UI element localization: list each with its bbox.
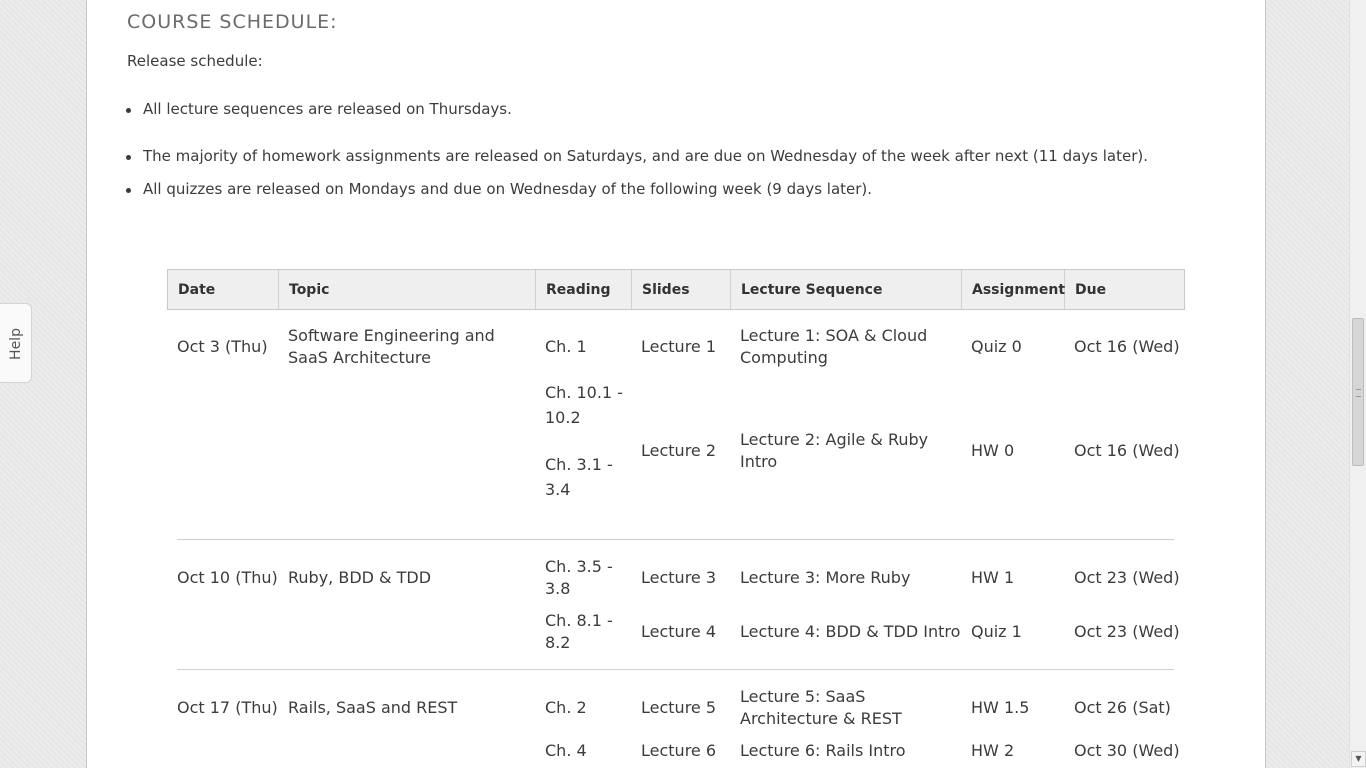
release-rule: The majority of homework assignments are… xyxy=(125,147,1149,165)
slides-link[interactable]: Lecture 1 xyxy=(641,336,716,358)
schedule-table-header: Date Topic Reading Slides Lecture Sequen… xyxy=(167,269,1185,310)
due-date: Oct 26 (Sat) xyxy=(1074,698,1171,717)
reading-link[interactable]: Ch. 2 xyxy=(545,697,587,719)
due-date: Oct 23 (Wed) xyxy=(1074,622,1180,641)
scrollbar-thumb[interactable] xyxy=(1352,318,1364,466)
assignment-link[interactable]: HW 2 xyxy=(971,740,1014,762)
help-tab[interactable]: Help xyxy=(0,303,32,383)
assignment-link[interactable]: HW 1 xyxy=(971,567,1014,589)
header-due: Due xyxy=(1075,282,1107,298)
week-divider xyxy=(177,669,1174,670)
reading-link[interactable]: Ch. 3.5 - 3.8 xyxy=(545,556,625,600)
header-lecture-sequence: Lecture Sequence xyxy=(731,270,962,309)
week-topic: Ruby, BDD & TDD xyxy=(288,568,432,587)
grip-icon xyxy=(1356,389,1361,397)
reading-link[interactable]: Ch. 1 xyxy=(545,336,587,358)
assignment-link[interactable]: HW 1.5 xyxy=(971,697,1029,719)
header-assignment: Assignment xyxy=(962,270,1065,309)
assignment-link[interactable]: Quiz 1 xyxy=(971,621,1022,643)
reading-link[interactable]: Ch. 10.1 - 10.2 xyxy=(545,380,625,430)
due-date: Oct 23 (Wed) xyxy=(1074,568,1180,587)
lecture-sequence-link[interactable]: Lecture 3: More Ruby xyxy=(740,567,960,589)
week-topic: Software Engineering and SaaS Architectu… xyxy=(288,326,495,367)
lecture-sequence-link[interactable]: Lecture 1: SOA & Cloud Computing xyxy=(740,325,940,369)
week-date: Oct 10 (Thu) xyxy=(177,568,278,587)
release-rule: All quizzes are released on Mondays and … xyxy=(125,180,873,198)
due-date: Oct 30 (Wed) xyxy=(1074,741,1180,760)
slides-link[interactable]: Lecture 2 xyxy=(641,440,716,462)
slides-link[interactable]: Lecture 3 xyxy=(641,567,716,589)
lecture-sequence-link[interactable]: Lecture 6: Rails Intro xyxy=(740,740,960,762)
scroll-down-arrow-icon[interactable]: ▼ xyxy=(1351,751,1366,767)
section-title: COURSE SCHEDULE: xyxy=(127,11,338,33)
lecture-sequence-link[interactable]: Lecture 2: Agile & Ruby Intro xyxy=(740,429,940,473)
week-date: Oct 3 (Thu) xyxy=(177,337,268,356)
reading-link[interactable]: Ch. 3.1 - 3.4 xyxy=(545,452,625,502)
header-topic: Topic xyxy=(279,270,536,309)
lecture-sequence-link[interactable]: Lecture 4: BDD & TDD Intro xyxy=(740,621,965,643)
slides-link[interactable]: Lecture 6 xyxy=(641,740,716,762)
due-date: Oct 16 (Wed) xyxy=(1074,337,1180,356)
due-date: Oct 16 (Wed) xyxy=(1074,441,1180,460)
release-schedule-intro: Release schedule: xyxy=(127,52,263,70)
vertical-scrollbar[interactable]: ▼ xyxy=(1349,0,1366,768)
lecture-sequence-link[interactable]: Lecture 5: SaaS Architecture & REST xyxy=(740,686,940,730)
header-slides: Slides xyxy=(632,270,731,309)
course-info-panel: COURSE SCHEDULE: Release schedule: All l… xyxy=(86,0,1266,768)
slides-link[interactable]: Lecture 4 xyxy=(641,621,716,643)
header-date: Date xyxy=(168,270,279,309)
slides-link[interactable]: Lecture 5 xyxy=(641,697,716,719)
week-divider xyxy=(177,539,1174,540)
help-label: Help xyxy=(8,328,24,360)
reading-link[interactable]: Ch. 8.1 - 8.2 xyxy=(545,610,625,654)
week-date: Oct 17 (Thu) xyxy=(177,698,278,717)
assignment-link[interactable]: Quiz 0 xyxy=(971,336,1022,358)
assignment-link[interactable]: HW 0 xyxy=(971,440,1014,462)
release-rule: All lecture sequences are released on Th… xyxy=(126,100,512,118)
reading-link[interactable]: Ch. 4 xyxy=(545,740,587,762)
header-reading: Reading xyxy=(536,270,632,309)
week-topic: Rails, SaaS and REST xyxy=(288,698,458,717)
